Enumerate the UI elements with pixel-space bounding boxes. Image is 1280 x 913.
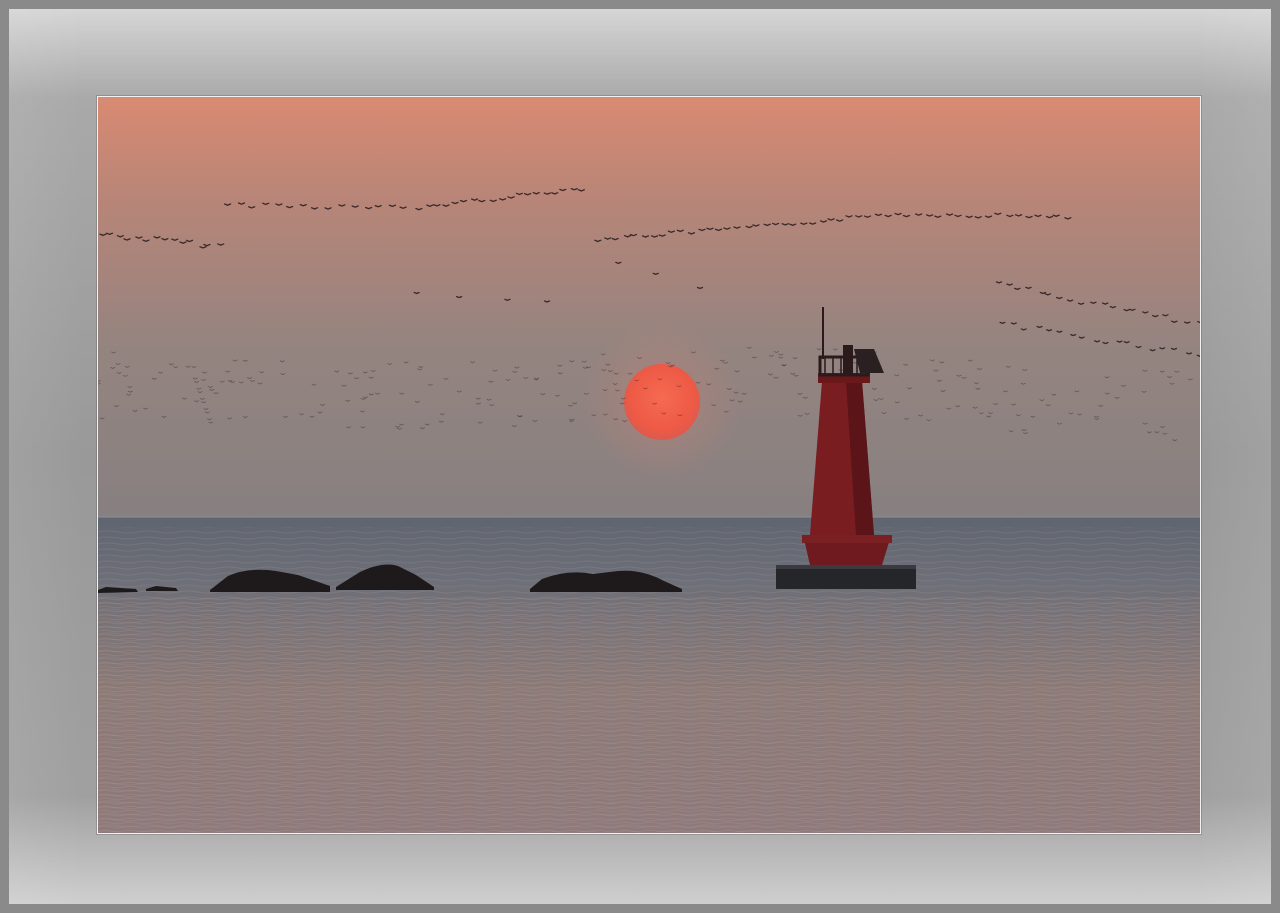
photograph [97, 96, 1201, 834]
picture-frame [0, 0, 1280, 913]
sun [624, 364, 700, 440]
sunset-scene [98, 97, 1200, 833]
